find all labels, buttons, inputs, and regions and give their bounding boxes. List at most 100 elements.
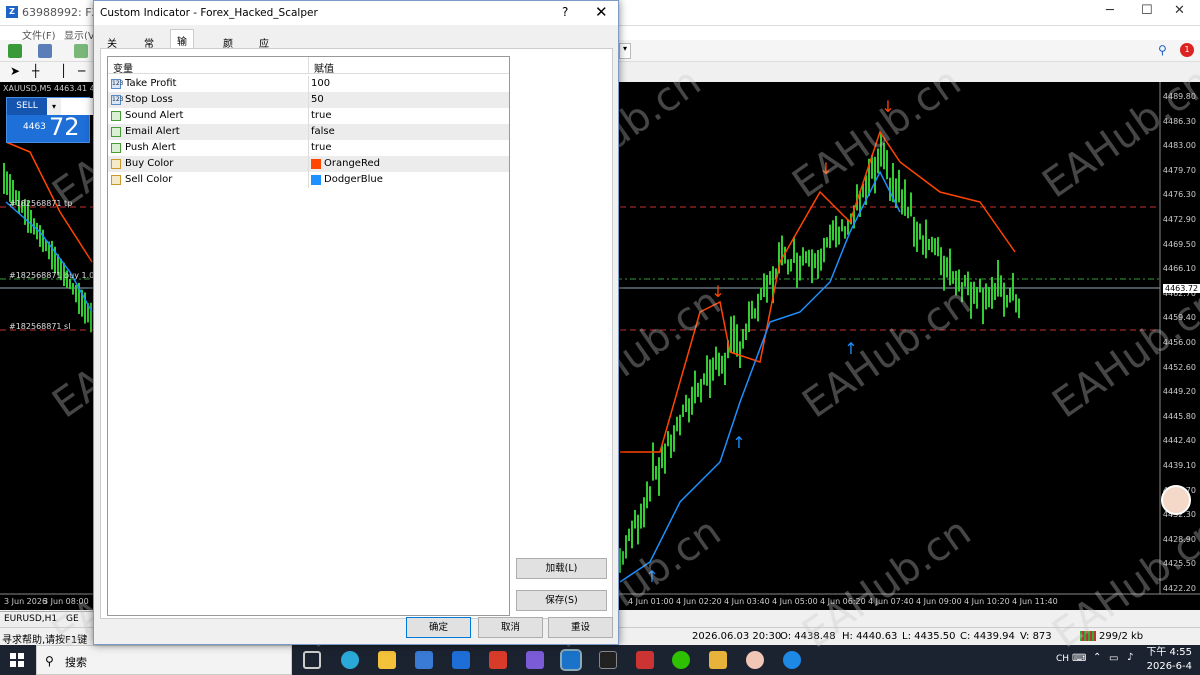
notification-icon[interactable]: 1 xyxy=(1180,43,1194,57)
param-row[interactable]: Sell Color DodgerBlue xyxy=(108,172,509,188)
status-close: C: 4439.94 xyxy=(960,631,1015,642)
price-tick-label: 4445.80 xyxy=(1162,411,1196,421)
tab-about[interactable]: 关于 xyxy=(100,31,124,65)
param-name: Stop Loss xyxy=(125,94,173,105)
maximize-button[interactable]: ☐ xyxy=(1141,3,1153,18)
param-row[interactable]: 123 Stop Loss 50 xyxy=(108,92,509,108)
param-value[interactable]: 100 xyxy=(311,78,330,89)
sell-arrow-icon: ↓ xyxy=(711,282,724,301)
timeframe-dropdown[interactable]: ▾ xyxy=(619,43,631,59)
load-button[interactable]: 加载(L) xyxy=(516,558,607,579)
chart-tab-ge[interactable]: GE xyxy=(66,614,79,624)
browser-icon[interactable] xyxy=(783,651,801,669)
price-tick-label: 4466.10 xyxy=(1162,264,1196,274)
chart-header-prices: 4463.41 4 xyxy=(53,84,95,93)
dialog-close-button[interactable]: ✕ xyxy=(595,3,608,21)
assistant-avatar[interactable] xyxy=(1161,485,1191,515)
tool-icon[interactable] xyxy=(709,651,727,669)
tab-colors[interactable]: 颜色 xyxy=(216,31,240,65)
ok-button[interactable]: 确定 xyxy=(406,617,471,638)
game-icon[interactable] xyxy=(636,651,654,669)
clock[interactable]: 下午 4:55 2026-6-4 xyxy=(1146,646,1192,674)
taskbar-search[interactable]: ⚲ 搜索 xyxy=(36,645,292,675)
sell-button[interactable]: SELL xyxy=(7,98,47,115)
param-row[interactable]: 123 Take Profit 100 xyxy=(108,76,509,92)
horizontal-line-icon[interactable]: ─ xyxy=(78,64,85,78)
tab-inputs[interactable]: 输入参数 xyxy=(170,29,194,93)
metatrader-icon[interactable] xyxy=(560,649,582,671)
time-tick-label: 4 Jun 03:40 xyxy=(724,597,770,606)
tab-common[interactable]: 常用 xyxy=(137,31,161,65)
param-row[interactable]: Push Alert true xyxy=(108,140,509,156)
param-value[interactable]: OrangeRed xyxy=(324,158,380,169)
wechat-icon[interactable] xyxy=(672,651,690,669)
param-value[interactable]: true xyxy=(311,110,332,121)
price-tick-label: 4422.20 xyxy=(1162,584,1196,593)
param-row[interactable]: Buy Color OrangeRed xyxy=(108,156,509,172)
crosshair-icon[interactable]: ┼ xyxy=(32,64,39,78)
sell-arrow-icon: ↓ xyxy=(881,97,894,116)
ime-indicator[interactable]: CH xyxy=(1056,654,1069,664)
edge-icon[interactable] xyxy=(341,651,359,669)
column-header-value[interactable]: 赋值 xyxy=(309,57,509,75)
status-date: 2026.06.03 20:30 xyxy=(692,631,782,642)
windows-start-icon[interactable] xyxy=(10,653,24,667)
param-name: Buy Color xyxy=(125,158,174,169)
param-row[interactable]: Sound Alert true xyxy=(108,108,509,124)
vertical-line-icon[interactable]: │ xyxy=(60,64,67,78)
chart-tab-eurusd[interactable]: EURUSD,H1 xyxy=(4,614,57,624)
parameters-table: 变量 赋值 123 Take Profit 100 123 Stop Loss 50 Sou… xyxy=(107,56,510,616)
time-tick-label: 4 Jun 02:20 xyxy=(676,597,722,606)
volume-icon[interactable]: ♪ xyxy=(1127,652,1133,663)
drawing-toolbar: ➤ ┼ │ ─ xyxy=(0,62,95,82)
sell-price-big: 72 xyxy=(49,113,80,141)
chart-symbol-header: XAUUSD,M5 4463.41 4 xyxy=(0,82,95,96)
param-name: Sound Alert xyxy=(125,110,184,121)
column-divider xyxy=(308,124,309,140)
save-button[interactable]: 保存(S) xyxy=(516,590,607,611)
task-view-icon[interactable] xyxy=(303,651,321,669)
tab-visualization[interactable]: 应用范围 xyxy=(252,31,276,95)
time-tick-label: 4 Jun 06:20 xyxy=(820,597,866,606)
app-icon[interactable] xyxy=(526,651,544,669)
wps-icon[interactable] xyxy=(489,651,507,669)
new-chart-icon[interactable] xyxy=(8,44,22,58)
search-icon: ⚲ xyxy=(45,654,54,668)
market-watch-icon[interactable] xyxy=(74,44,88,58)
cursor-icon[interactable]: ➤ xyxy=(10,64,20,78)
minimize-button[interactable]: ─ xyxy=(1106,3,1114,18)
price-tick-label: 4469.50 xyxy=(1162,239,1196,249)
profiles-icon[interactable] xyxy=(38,44,52,58)
param-name: Sell Color xyxy=(125,174,173,185)
tradingview-icon[interactable] xyxy=(599,651,617,669)
status-low: L: 4435.50 xyxy=(902,631,956,642)
param-value[interactable]: true xyxy=(311,142,332,153)
reset-button[interactable]: 重设 xyxy=(548,617,613,638)
buy-arrow-icon: ↑ xyxy=(645,567,658,586)
status-open: O: 4438.48 xyxy=(780,631,836,642)
mail-icon[interactable] xyxy=(452,651,470,669)
tray-chevron-icon[interactable]: ⌃ xyxy=(1093,652,1101,663)
cancel-button[interactable]: 取消 xyxy=(478,617,543,638)
help-button[interactable]: ? xyxy=(562,5,568,19)
column-header-variable[interactable]: 变量 xyxy=(108,57,309,75)
network-icon[interactable]: ▭ xyxy=(1109,653,1118,664)
param-value[interactable]: 50 xyxy=(311,94,324,105)
param-value[interactable]: DodgerBlue xyxy=(324,174,383,185)
keyboard-icon[interactable]: ⌨ xyxy=(1072,653,1086,664)
price-tick-label: 4442.40 xyxy=(1162,436,1196,446)
file-explorer-icon[interactable] xyxy=(378,651,396,669)
search-icon[interactable]: ⚲ xyxy=(1158,43,1167,57)
store-icon[interactable] xyxy=(415,651,433,669)
param-value[interactable]: false xyxy=(311,126,335,137)
close-window-button[interactable]: ✕ xyxy=(1174,3,1185,18)
buy-arrow-icon: ↑ xyxy=(844,339,857,358)
inputs-pane: 变量 赋值 123 Take Profit 100 123 Stop Loss 50 Sou… xyxy=(100,48,613,619)
status-traffic: 299/2 kb xyxy=(1099,631,1144,642)
price-tick-label: 4472.90 xyxy=(1162,215,1196,224)
param-row[interactable]: Email Alert false xyxy=(108,124,509,140)
bool-param-icon xyxy=(111,127,121,137)
price-tick-label: 4459.40 xyxy=(1162,313,1196,323)
user-app-icon[interactable] xyxy=(746,651,764,669)
dialog-title-bar: Custom Indicator - Forex_Hacked_Scalper … xyxy=(94,1,618,25)
